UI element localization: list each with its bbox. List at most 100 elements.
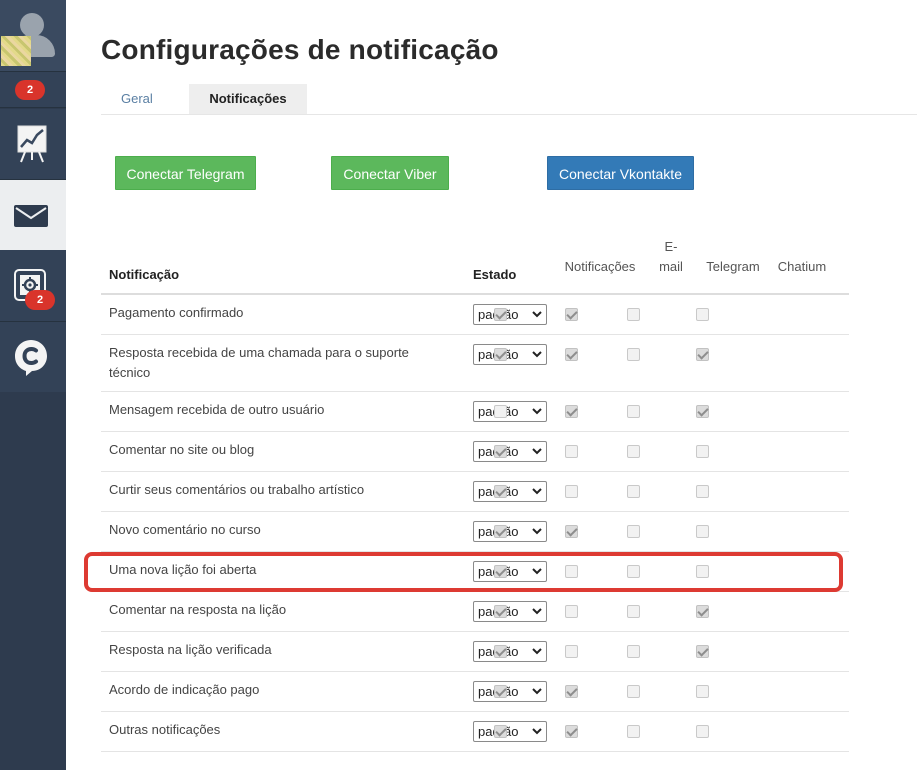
highlight-annotation — [84, 552, 843, 592]
notification-label: Resposta recebida de uma chamada para o … — [109, 345, 409, 380]
connect-telegram-button[interactable]: Conectar Telegram — [115, 156, 256, 190]
notif-checkbox[interactable] — [494, 525, 507, 538]
sidebar-item-messages[interactable] — [0, 180, 66, 250]
status-select[interactable]: padrão — [473, 401, 547, 422]
notif-checkbox[interactable] — [494, 485, 507, 498]
telegram-checkbox[interactable] — [627, 445, 640, 458]
chart-board-icon — [17, 125, 47, 163]
telegram-checkbox[interactable] — [627, 308, 640, 321]
notification-label: Resposta na lição verificada — [109, 642, 272, 657]
status-select[interactable]: padrão — [473, 304, 547, 325]
col-email-line2: mail — [659, 259, 683, 274]
table-row: Pagamento confirmado padrão — [101, 295, 849, 335]
email-checkbox[interactable] — [565, 308, 578, 321]
notif-checkbox[interactable] — [494, 605, 507, 618]
notification-label: Comentar no site ou blog — [109, 442, 255, 457]
email-checkbox[interactable] — [565, 445, 578, 458]
table-row: Novo comentário no curso padrão — [101, 512, 849, 552]
telegram-checkbox[interactable] — [627, 348, 640, 361]
user-avatar-icon — [20, 13, 44, 37]
status-select[interactable]: padrão — [473, 641, 547, 662]
status-select[interactable]: padrão — [473, 721, 547, 742]
user-avatar[interactable] — [0, 0, 66, 72]
chevron-down-icon — [532, 608, 542, 615]
chevron-down-icon — [532, 351, 542, 358]
email-checkbox[interactable] — [565, 485, 578, 498]
notif-checkbox[interactable] — [494, 645, 507, 658]
chevron-down-icon — [532, 528, 542, 535]
chatium-checkbox[interactable] — [696, 685, 709, 698]
settings-badge: 2 — [25, 290, 55, 310]
sidebar-item-chatium[interactable] — [0, 322, 66, 392]
notif-checkbox[interactable] — [494, 725, 507, 738]
chatium-checkbox[interactable] — [696, 405, 709, 418]
sidebar-item-stats[interactable] — [0, 109, 66, 180]
chatium-logo-icon — [15, 340, 47, 376]
telegram-checkbox[interactable] — [627, 605, 640, 618]
email-checkbox[interactable] — [565, 685, 578, 698]
telegram-checkbox[interactable] — [627, 685, 640, 698]
tab-notificacoes[interactable]: Notificações — [189, 84, 307, 114]
sidebar-item-settings[interactable]: 2 — [0, 250, 66, 322]
page-title: Configurações de notificação — [101, 34, 499, 65]
status-select[interactable]: padrão — [473, 521, 547, 542]
status-select[interactable]: padrão — [473, 344, 547, 365]
email-checkbox[interactable] — [565, 348, 578, 361]
notification-label: Novo comentário no curso — [109, 522, 261, 537]
notif-checkbox[interactable] — [494, 308, 507, 321]
telegram-checkbox[interactable] — [627, 645, 640, 658]
chatium-checkbox[interactable] — [696, 308, 709, 321]
connect-vkontakte-button[interactable]: Conectar Vkontakte — [547, 156, 694, 190]
chatium-checkbox[interactable] — [696, 485, 709, 498]
table-row: Comentar no site ou blog padrão — [101, 432, 849, 472]
email-checkbox[interactable] — [565, 645, 578, 658]
notif-checkbox[interactable] — [494, 405, 507, 418]
status-select[interactable]: padrão — [473, 601, 547, 622]
table-row: Comentar na resposta na lição padrão — [101, 592, 849, 632]
table-row: Resposta na lição verificada padrão — [101, 632, 849, 672]
chatium-checkbox[interactable] — [696, 605, 709, 618]
table-row: Curtir seus comentários ou trabalho artí… — [101, 472, 849, 512]
telegram-checkbox[interactable] — [627, 405, 640, 418]
email-checkbox[interactable] — [565, 525, 578, 538]
telegram-checkbox[interactable] — [627, 725, 640, 738]
connect-viber-button[interactable]: Conectar Viber — [331, 156, 449, 190]
table-header: Notificação Estado Notificações E- mail … — [101, 236, 849, 295]
chatium-checkbox[interactable] — [696, 725, 709, 738]
sidebar: 2 2 — [0, 0, 66, 770]
chatium-checkbox[interactable] — [696, 525, 709, 538]
col-notifications: Notificações — [564, 259, 636, 274]
chevron-down-icon — [532, 728, 542, 735]
notification-label: Comentar na resposta na lição — [109, 602, 287, 617]
table-row: Mensagem recebida de outro usuário padrão — [101, 392, 849, 432]
notification-label: Outras notificações — [109, 722, 221, 737]
notification-label: Mensagem recebida de outro usuário — [109, 402, 325, 417]
status-select[interactable]: padrão — [473, 481, 547, 502]
status-select[interactable]: padrão — [473, 681, 547, 702]
chevron-down-icon — [532, 448, 542, 455]
notification-label: Curtir seus comentários ou trabalho artí… — [109, 482, 365, 497]
chevron-down-icon — [532, 408, 542, 415]
status-select[interactable]: padrão — [473, 441, 547, 462]
notif-checkbox[interactable] — [494, 685, 507, 698]
col-telegram: Telegram — [706, 259, 760, 274]
email-checkbox[interactable] — [565, 725, 578, 738]
mail-icon — [14, 205, 48, 227]
notif-checkbox[interactable] — [494, 348, 507, 361]
email-checkbox[interactable] — [565, 605, 578, 618]
notif-checkbox[interactable] — [494, 445, 507, 458]
chevron-down-icon — [532, 688, 542, 695]
tab-geral[interactable]: Geral — [101, 84, 173, 114]
chevron-down-icon — [532, 648, 542, 655]
chatium-checkbox[interactable] — [696, 348, 709, 361]
chatium-checkbox[interactable] — [696, 445, 709, 458]
email-checkbox[interactable] — [565, 405, 578, 418]
sidebar-badge-row[interactable]: 2 — [0, 72, 66, 108]
col-email: E- mail — [649, 237, 693, 277]
chatium-checkbox[interactable] — [696, 645, 709, 658]
col-status: Estado — [473, 267, 517, 282]
telegram-checkbox[interactable] — [627, 485, 640, 498]
telegram-checkbox[interactable] — [627, 525, 640, 538]
notification-label: Pagamento confirmado — [109, 305, 244, 320]
notification-badge: 2 — [15, 80, 45, 100]
